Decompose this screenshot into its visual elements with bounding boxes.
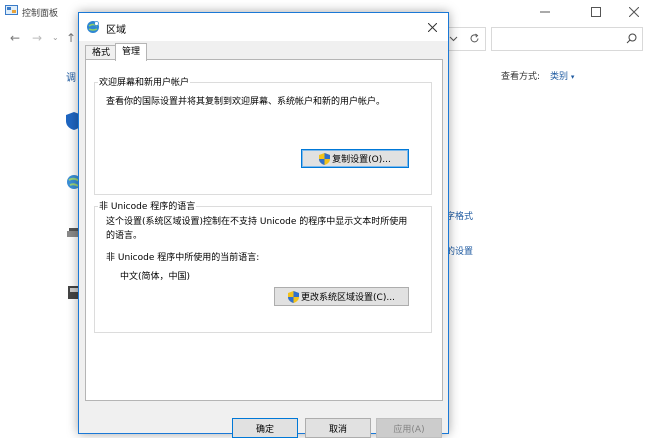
current-language-label: 非 Unicode 程序中所使用的当前语言: [106, 253, 260, 263]
close-icon [629, 7, 639, 17]
apply-button[interactable]: 应用(A) [376, 418, 442, 438]
control-panel-icon [5, 5, 18, 15]
search-icon [626, 33, 637, 44]
unicode-description-line2: 的语言。 [106, 231, 143, 241]
region-dialog: 区域 格式 管理 欢迎屏幕和新用户帐户 查看你的国际设置并将其复制到欢迎屏幕、系… [78, 12, 449, 438]
dialog-close-button[interactable] [424, 19, 440, 35]
maximize-icon [591, 7, 601, 17]
tab-administrative[interactable]: 管理 [115, 43, 148, 61]
uac-shield-icon [288, 290, 300, 303]
copy-settings-label: 复制设置(O)... [332, 155, 391, 165]
uac-shield-icon [319, 152, 331, 165]
change-system-locale-button[interactable]: 更改系统区域设置(C)... [274, 287, 409, 306]
copy-settings-button[interactable]: 复制设置(O)... [301, 149, 409, 168]
unicode-description-line1: 这个设置(系统区域设置)控制在不支持 Unicode 的程序中显示文本时所使用 [106, 217, 408, 227]
dropdown-arrow-icon: ▾ [570, 73, 575, 81]
history-chevron-icon[interactable]: ⌄ [52, 33, 59, 42]
back-arrow-icon[interactable]: ← [10, 31, 20, 45]
background-link-format[interactable]: 字格式 [446, 209, 473, 222]
chevron-down-icon [449, 36, 458, 42]
minimize-icon [540, 11, 550, 13]
administrative-tab-panel: 欢迎屏幕和新用户帐户 查看你的国际设置并将其复制到欢迎屏幕、系统帐户和新的用户帐… [85, 59, 443, 401]
side-heading: 调 [66, 73, 76, 84]
view-by-value: 类别 [550, 72, 569, 82]
unicode-group-title: 非 Unicode 程序的语言 [98, 199, 197, 212]
up-arrow-icon[interactable]: ↑ [66, 31, 76, 45]
cancel-button[interactable]: 取消 [305, 418, 371, 438]
close-window-button[interactable] [619, 2, 649, 22]
control-panel-title: 控制面板 [22, 9, 59, 19]
refresh-icon[interactable] [469, 33, 480, 44]
background-link-settings[interactable]: 的设置 [446, 244, 473, 257]
welcome-screen-group-title: 欢迎屏幕和新用户帐户 [98, 75, 191, 88]
welcome-screen-description: 查看你的国际设置并将其复制到欢迎屏幕、系统帐户和新的用户帐户。 [106, 97, 386, 107]
forward-arrow-icon[interactable]: → [32, 31, 42, 45]
minimize-button[interactable] [530, 2, 560, 22]
close-icon [427, 22, 437, 32]
region-globe-icon [87, 21, 99, 33]
change-system-locale-label: 更改系统区域设置(C)... [301, 293, 395, 303]
view-by-label: 查看方式: [501, 72, 541, 82]
current-language-value: 中文(简体，中国) [120, 272, 191, 282]
maximize-button[interactable] [581, 2, 611, 22]
ok-button[interactable]: 确定 [232, 418, 298, 438]
address-bar-end[interactable] [443, 27, 486, 51]
dialog-titlebar: 区域 [79, 13, 448, 41]
dialog-title: 区域 [106, 25, 126, 36]
view-by-dropdown[interactable]: 类别 ▾ [550, 69, 574, 82]
search-input[interactable] [491, 27, 643, 51]
